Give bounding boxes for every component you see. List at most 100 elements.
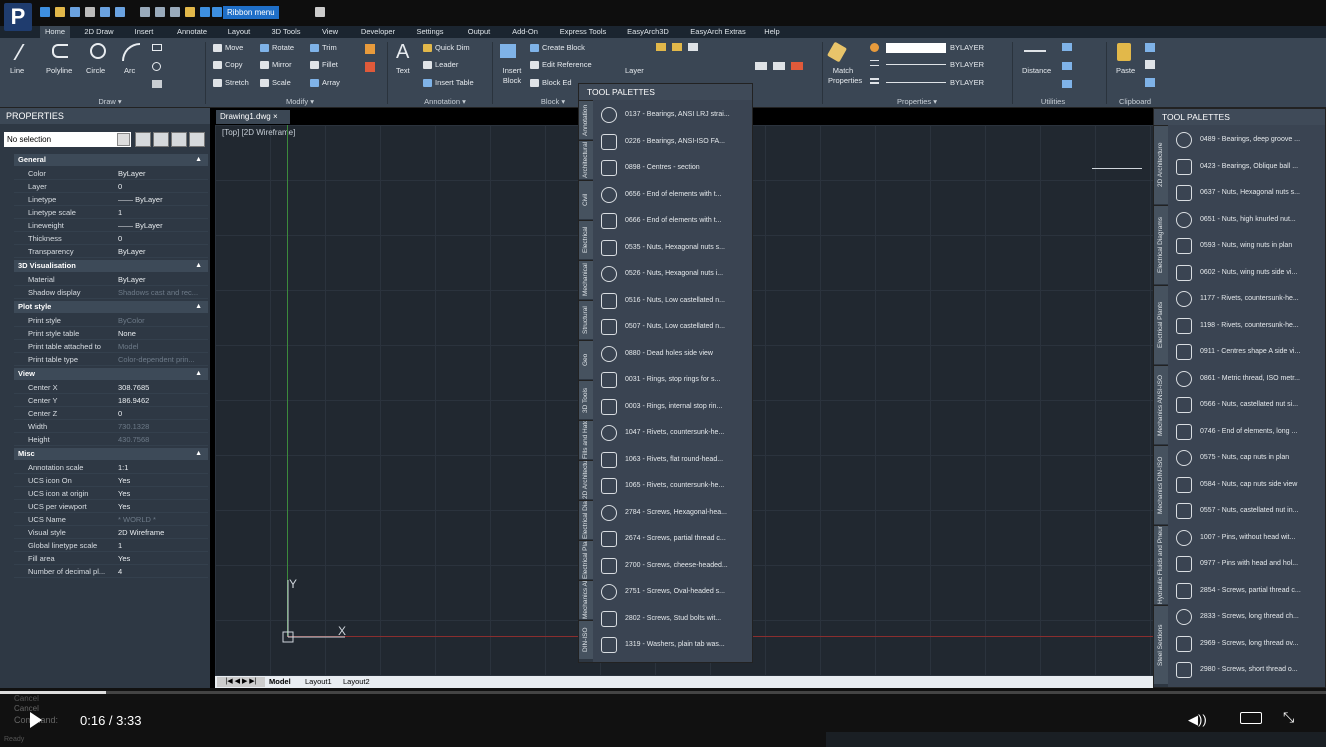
modify-panel-label[interactable]: Modify ▾ — [265, 97, 335, 106]
palette-tool-item[interactable]: 2751 - Screws, Oval-headed s... — [595, 579, 752, 605]
property-row[interactable]: Thickness 0 — [14, 232, 208, 245]
tab-view[interactable]: View — [316, 26, 344, 38]
palette-tool-item[interactable]: 1198 - Rivets, countersunk-he... — [1170, 313, 1325, 339]
rotate-button[interactable]: Rotate — [260, 43, 294, 53]
palette-tab[interactable]: Steel Sections — [1154, 605, 1168, 684]
tab-easyarch3d[interactable]: EasyArch3D — [622, 26, 674, 38]
explode-icon[interactable] — [365, 44, 375, 54]
block-editor-button[interactable]: Block Ed — [530, 78, 572, 88]
property-value[interactable]: 4 — [118, 565, 206, 578]
property-value[interactable]: 1:1 — [118, 461, 206, 474]
palette-tool-item[interactable]: 0602 - Nuts, wing nuts side vi... — [1170, 260, 1325, 286]
edit-reference-button[interactable]: Edit Reference — [530, 60, 592, 70]
palette-tab[interactable]: Electrical Diagrams — [1154, 205, 1168, 284]
property-row[interactable]: Center Z 0 — [14, 407, 208, 420]
palette-tab[interactable]: Fills and Hatches — [579, 420, 593, 459]
drawing-tab[interactable]: Drawing1.dwg × — [216, 110, 290, 124]
property-row[interactable]: UCS Name * WORLD * — [14, 513, 208, 526]
tab-settings[interactable]: Settings — [410, 26, 450, 38]
property-value[interactable]: ByLayer — [118, 245, 206, 258]
palette-tab[interactable]: Annotation — [579, 100, 593, 139]
palette-tool-item[interactable]: 0898 - Centres - section — [595, 155, 752, 181]
new-icon[interactable] — [40, 7, 50, 17]
palette-tool-item[interactable]: 1319 - Washers, plain tab was... — [595, 632, 752, 658]
collapse-icon[interactable]: ▲ — [195, 154, 202, 166]
palette-tool-item[interactable]: 2980 - Screws, short thread o... — [1170, 657, 1325, 683]
line-button[interactable]: Line — [10, 66, 24, 76]
property-value[interactable]: Yes — [118, 500, 206, 513]
quick-dim-button[interactable]: Quick Dim — [423, 43, 470, 53]
mirror-button[interactable]: Mirror — [260, 60, 292, 70]
palette-tool-item[interactable]: 2784 - Screws, Hexagonal-hea... — [595, 500, 752, 526]
property-row[interactable]: Linetype scale 1 — [14, 206, 208, 219]
palette-tool-item[interactable]: 1065 - Rivets, countersunk-he... — [595, 473, 752, 499]
clipboard-panel-label[interactable]: Clipboard — [1110, 97, 1160, 106]
match-properties-icon[interactable] — [826, 41, 848, 63]
match-properties-button[interactable]: Match Properties — [828, 66, 862, 86]
property-row[interactable]: UCS per viewport Yes — [14, 500, 208, 513]
circle-icon[interactable] — [90, 43, 106, 59]
property-row[interactable]: Linetype —— ByLayer — [14, 193, 208, 206]
palette-tab[interactable]: Mechanics ANSI-ISO — [1154, 365, 1168, 444]
properties-panel-label[interactable]: Properties ▾ — [882, 97, 952, 106]
layer-freeze-icon[interactable] — [672, 43, 682, 51]
line-icon[interactable] — [13, 44, 37, 60]
section-view[interactable]: View ▲ — [14, 368, 208, 380]
palette-tool-item[interactable]: 0557 - Nuts, castellated nut in... — [1170, 498, 1325, 524]
tab-express-tools[interactable]: Express Tools — [554, 26, 612, 38]
palette-tool-item[interactable]: 0226 - Bearings, ANSI-ISO FA... — [595, 129, 752, 155]
open-icon[interactable] — [55, 7, 65, 17]
layout-nav-buttons[interactable]: |◀ ◀ ▶ ▶| — [217, 677, 265, 687]
annotation-panel-label[interactable]: Annotation ▾ — [410, 97, 480, 106]
property-row[interactable]: Print style table None — [14, 327, 208, 340]
layer-on-icon[interactable] — [656, 43, 666, 51]
print-icon[interactable] — [140, 7, 150, 17]
linetype-dropdown[interactable]: BYLAYER — [950, 60, 984, 70]
palette-tool-item[interactable]: 0137 - Bearings, ANSI LRJ strai... — [595, 102, 752, 128]
paste-button[interactable]: Paste — [1116, 66, 1135, 76]
tab-layout[interactable]: Layout — [222, 26, 256, 38]
palette-tab[interactable]: Hydraulic Fluids and Pneumatics — [1154, 525, 1168, 604]
palette-tool-item[interactable]: 0637 - Nuts, Hexagonal nuts s... — [1170, 180, 1325, 206]
palette-tool-item[interactable]: 0584 - Nuts, cap nuts side view — [1170, 472, 1325, 498]
polyline-button[interactable]: Polyline — [46, 66, 72, 76]
palette-tab[interactable]: Civil — [579, 180, 593, 219]
property-row[interactable]: Visual style 2D Wireframe — [14, 526, 208, 539]
property-value[interactable]: Model — [118, 340, 206, 353]
palette-options-icon[interactable] — [189, 132, 205, 147]
text-icon[interactable]: A — [396, 42, 409, 62]
property-value[interactable]: * WORLD * — [118, 513, 206, 526]
section-plot-style[interactable]: Plot style ▲ — [14, 301, 208, 313]
palette-tool-item[interactable]: 0535 - Nuts, Hexagonal nuts s... — [595, 235, 752, 261]
pencil-icon[interactable] — [185, 7, 195, 17]
tab-annotate[interactable]: Annotate — [170, 26, 214, 38]
palette-tool-item[interactable]: 2802 - Screws, Stud bolts wit... — [595, 606, 752, 632]
property-value[interactable]: Yes — [118, 474, 206, 487]
tab-3d-tools[interactable]: 3D Tools — [266, 26, 306, 38]
palette-tab[interactable]: 2D Architecture — [1154, 125, 1168, 204]
tab-home[interactable]: Home — [40, 26, 70, 38]
layer-button[interactable]: Layer — [625, 66, 644, 76]
property-value[interactable]: 430.7568 — [118, 433, 206, 446]
palette-tool-item[interactable]: 0880 - Dead holes side view — [595, 341, 752, 367]
copy-button[interactable]: Copy — [213, 60, 243, 70]
property-row[interactable]: Color ByLayer — [14, 167, 208, 180]
property-row[interactable]: Material ByLayer — [14, 273, 208, 286]
insert-table-button[interactable]: Insert Table — [423, 78, 474, 88]
close-icon[interactable]: × — [273, 112, 278, 121]
ellipse-icon[interactable] — [152, 62, 161, 71]
property-row[interactable]: Print style ByColor — [14, 314, 208, 327]
layout-tab-layout2[interactable]: Layout2 — [343, 676, 370, 688]
distance-icon[interactable] — [1024, 50, 1046, 52]
rectangle-icon[interactable] — [152, 44, 162, 51]
erase-icon[interactable] — [365, 62, 375, 72]
palette-tab[interactable]: 3D Tools — [579, 380, 593, 419]
palette-tool-item[interactable]: 0656 - End of elements with t... — [595, 182, 752, 208]
palette-tool-item[interactable]: 2854 - Screws, partial thread c... — [1170, 578, 1325, 604]
toggle-pickadd-icon[interactable] — [135, 132, 151, 147]
palette-tab[interactable]: Structural — [579, 300, 593, 339]
hatch-icon[interactable] — [152, 80, 162, 88]
stretch-button[interactable]: Stretch — [213, 78, 249, 88]
palette-tool-item[interactable]: 0593 - Nuts, wing nuts in plan — [1170, 233, 1325, 259]
palette-tab[interactable]: DIN-ISO — [579, 620, 593, 659]
